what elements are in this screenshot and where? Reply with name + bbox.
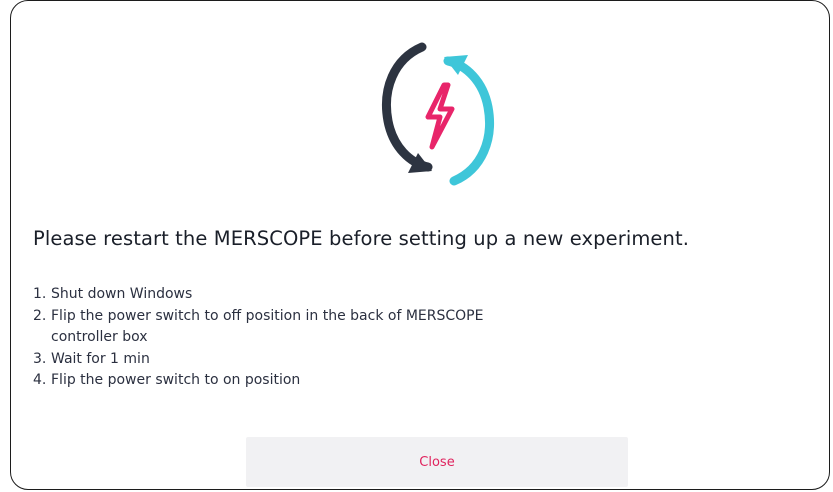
step-text-continuation: controller box bbox=[51, 329, 148, 345]
list-item: 2. Flip the power switch to off position … bbox=[33, 306, 483, 349]
step-number: 2. bbox=[33, 307, 47, 324]
step-text: Flip the power switch to on position bbox=[51, 372, 301, 388]
step-text: Flip the power switch to off position in… bbox=[51, 307, 484, 324]
steps-list: 1. Shut down Windows 2. Flip the power swi… bbox=[33, 284, 483, 392]
step-text: Wait for 1 min bbox=[51, 350, 150, 367]
lightning-bolt bbox=[425, 82, 455, 150]
dialog-title: Please restart the MERSCOPE before setti… bbox=[33, 227, 690, 250]
close-button[interactable]: Close bbox=[246, 437, 628, 487]
cyan-arrow bbox=[443, 56, 494, 186]
list-item: 4. Flip the power switch to on position bbox=[33, 370, 483, 392]
dark-arrow bbox=[382, 42, 433, 172]
step-number: 1. bbox=[33, 286, 47, 302]
list-item: 3. Wait for 1 min bbox=[33, 349, 483, 371]
step-number: 3. bbox=[33, 350, 47, 367]
step-text: Shut down Windows bbox=[51, 286, 193, 302]
restart-power-icon bbox=[368, 39, 508, 189]
step-number: 4. bbox=[33, 372, 47, 388]
list-item: 1. Shut down Windows bbox=[33, 284, 483, 306]
restart-dialog: Please restart the MERSCOPE before setti… bbox=[10, 0, 830, 490]
